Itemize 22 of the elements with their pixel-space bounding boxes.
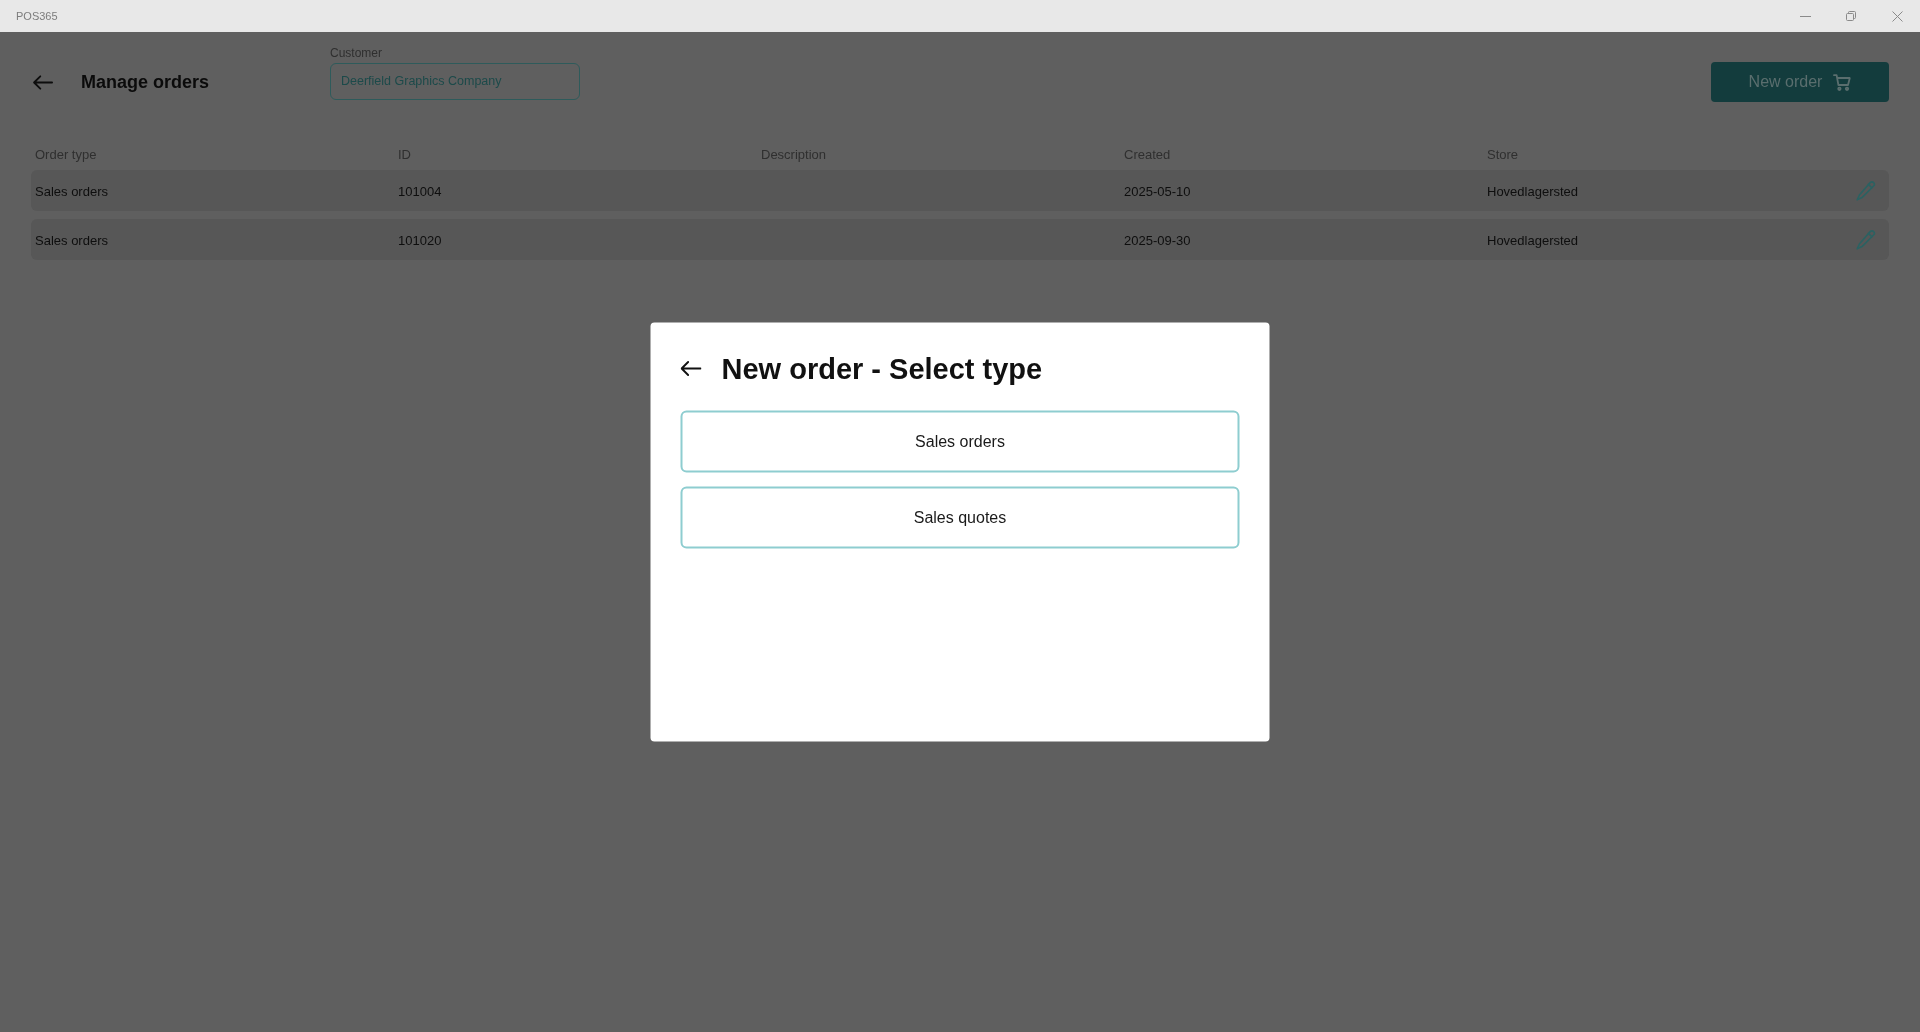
page-title: Manage orders [81, 70, 210, 94]
table-cell: Hovedlagersted [1487, 232, 1579, 248]
table-cell: 101004 [398, 183, 442, 199]
back-icon[interactable] [680, 360, 702, 377]
cart-icon [1833, 73, 1852, 91]
customer-field[interactable]: Deerfield Graphics Company [330, 63, 580, 100]
order-type-option[interactable]: Sales quotes [680, 486, 1240, 549]
table-cell: Hovedlagersted [1487, 183, 1579, 199]
restore-icon[interactable] [1846, 11, 1856, 21]
table-row[interactable]: Sales orders 101004 2025-05-10 Hovedlagersted [31, 170, 1889, 211]
minimize-icon[interactable] [1799, 15, 1811, 17]
table-cell: 2025-09-30 [1124, 232, 1191, 248]
table-cell: Sales orders [35, 183, 108, 199]
table-cell: 101020 [398, 232, 442, 248]
new-order-button[interactable]: New order [1711, 62, 1889, 102]
close-icon[interactable] [1891, 10, 1903, 22]
dialog-title: New order - Select type [721, 351, 1043, 387]
table-cell: 2025-05-10 [1124, 183, 1191, 199]
table-cell: Sales orders [35, 232, 108, 248]
table-row[interactable]: Sales orders 101020 2025-09-30 Hovedlagersted [31, 219, 1889, 260]
order-type-option[interactable]: Sales orders [680, 410, 1240, 473]
window-title: POS365 [16, 8, 58, 24]
